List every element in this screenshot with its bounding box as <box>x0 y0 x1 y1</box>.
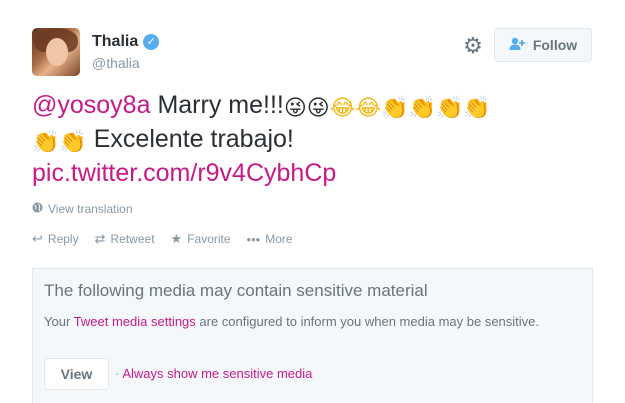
sensitive-desc-before: Your <box>44 314 74 329</box>
tweet-text-a: Marry me!!! <box>150 91 284 119</box>
view-translation[interactable]: View translation <box>32 202 133 216</box>
tweet-header: Thalia ✓ @thalia ⚙ Follow <box>32 28 594 78</box>
mention-link[interactable]: @yosoy8a <box>32 91 151 119</box>
clap-emoji: 👏 <box>32 129 60 154</box>
retweet-action[interactable]: ⇄ Retweet <box>95 231 155 247</box>
reply-label: Reply <box>47 232 79 246</box>
tweet-text: @yosoy8a Marry me!!!😜😜😂😂👏👏👏👏 👏👏 Excelente… <box>32 88 597 190</box>
avatar-face <box>46 38 68 66</box>
media-settings-link[interactable]: Tweet media settings <box>74 314 196 329</box>
view-button[interactable]: View <box>44 358 109 390</box>
follow-label: Follow <box>532 37 578 53</box>
wink-emoji: 😜 <box>306 95 330 120</box>
reply-icon: ↩ <box>32 231 43 246</box>
laugh-emoji: 😂 <box>329 95 356 120</box>
tweet-actions: ↩ Reply ⇄ Retweet ★ Favorite ••• More <box>32 231 293 247</box>
clap-emoji: 👏 <box>435 95 464 120</box>
clap-emoji: 👏 <box>463 95 491 120</box>
always-show-sensitive-link[interactable]: Always show me sensitive media <box>122 366 312 381</box>
retweet-label: Retweet <box>110 232 155 246</box>
sensitive-description: Your Tweet media settings are configured… <box>44 313 564 331</box>
add-user-icon <box>509 37 525 54</box>
display-name[interactable]: Thalia <box>92 33 138 51</box>
clap-emoji: 👏 <box>408 95 436 120</box>
sensitive-media-notice: The following media may contain sensitiv… <box>32 268 593 403</box>
sensitive-title: The following media may contain sensitiv… <box>44 281 428 300</box>
follow-button[interactable]: Follow <box>494 28 592 62</box>
clap-emoji: 👏 <box>59 129 87 154</box>
gear-icon[interactable]: ⚙ <box>462 35 484 57</box>
more-icon: ••• <box>246 231 261 247</box>
tweet-text-b: Excelente trabajo! <box>86 125 294 153</box>
reply-action[interactable]: ↩ Reply <box>32 231 79 247</box>
star-icon: ★ <box>170 231 183 246</box>
more-label: More <box>265 232 293 246</box>
avatar[interactable] <box>32 28 80 76</box>
always-show-link-row: · Always show me sensitive media <box>115 366 312 381</box>
media-link[interactable]: pic.twitter.com/r9v4CybhCp <box>32 159 336 187</box>
view-translation-label: View translation <box>48 202 133 216</box>
favorite-action[interactable]: ★ Favorite <box>171 231 231 247</box>
wink-emoji: 😜 <box>283 95 307 120</box>
clap-emoji: 👏 <box>381 95 409 120</box>
laugh-emoji: 😂 <box>355 95 382 120</box>
separator-dot: · <box>115 366 120 381</box>
user-handle[interactable]: @thalia <box>92 55 140 71</box>
verified-icon: ✓ <box>143 34 160 50</box>
globe-icon <box>32 202 43 216</box>
sensitive-desc-after: are configured to inform you when media … <box>195 314 540 329</box>
favorite-label: Favorite <box>187 232 231 246</box>
retweet-icon: ⇄ <box>94 231 106 246</box>
more-action[interactable]: ••• More <box>247 231 293 247</box>
name-row: Thalia ✓ <box>92 33 160 51</box>
